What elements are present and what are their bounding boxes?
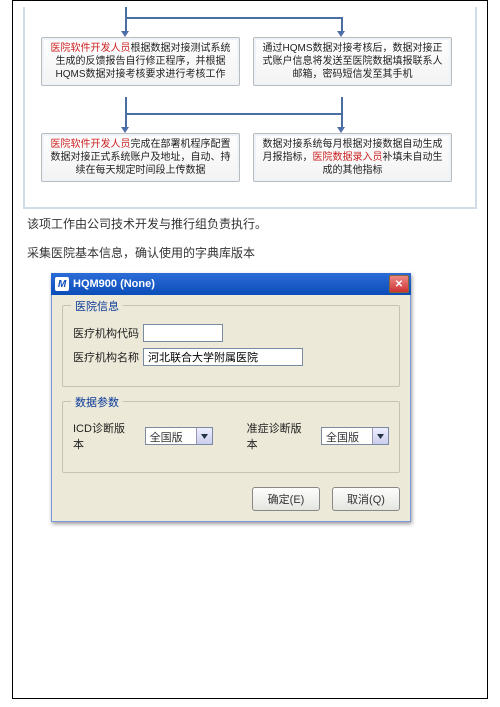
close-icon: ✕ [395,279,403,290]
flow-text: 通过HQMS数据对接考核后，数据对接正式账户信息将发送至医院数据填报联系人邮箱，… [263,43,443,80]
dialog-titlebar: M HQM900 (None) ✕ [51,273,411,295]
chevron-down-icon [372,428,388,444]
group-title: 数据参数 [71,394,123,410]
cancel-button[interactable]: 取消(Q) [332,487,400,511]
connector [125,113,343,115]
flow-box-top-right: 通过HQMS数据对接考核后，数据对接正式账户信息将发送至医院数据填报联系人邮箱，… [253,37,452,86]
flow-highlight: 医院数据录入员 [313,152,383,163]
dialog-body: 医院信息 医疗机构代码 医疗机构名称 数据参数 ICD诊断版本 全国版 [51,295,411,522]
button-label: 确定(E) [268,491,305,507]
org-code-input[interactable] [143,324,223,342]
flowchart: 医院软件开发人员根据数据对接测试系统生成的反馈报告自行修正程序，并根据HQMS数… [23,7,477,209]
org-code-label: 医疗机构代码 [73,325,139,341]
group-title: 医院信息 [71,298,123,314]
tcm-label: 准症诊断版本 [247,420,307,452]
icd-label: ICD诊断版本 [73,420,131,452]
connector [341,97,343,113]
dialog-window: M HQM900 (None) ✕ 医院信息 医疗机构代码 医疗机构名称 数据参… [51,273,411,522]
flow-box-top-left: 医院软件开发人员根据数据对接测试系统生成的反馈报告自行修正程序，并根据HQMS数… [41,37,240,86]
connector [125,17,343,19]
chevron-down-icon [196,428,212,444]
connector [125,7,127,17]
close-button[interactable]: ✕ [389,275,409,293]
group-hospital-info: 医院信息 医疗机构代码 医疗机构名称 [62,305,400,387]
org-name-label: 医疗机构名称 [73,349,139,365]
group-data-params: 数据参数 ICD诊断版本 全国版 准症诊断版本 全国版 [62,401,400,473]
org-name-input[interactable] [143,348,303,366]
icd-version-select[interactable]: 全国版 [145,427,213,445]
combo-value: 全国版 [322,428,372,444]
app-icon: M [55,277,69,291]
dialog-title: HQM900 (None) [73,278,389,290]
flow-box-bot-right: 数据对接系统每月根据对接数据自动生成月报指标，医院数据录入员补填未自动生成的其他… [253,133,452,182]
tcm-version-select[interactable]: 全国版 [321,427,389,445]
paragraph-2: 采集医院基本信息，确认使用的字典库版本 [27,244,477,261]
paragraph-1: 该项工作由公司技术开发与推行组负责执行。 [27,215,477,232]
flow-highlight: 医院软件开发人员 [51,43,131,54]
combo-value: 全国版 [146,428,196,444]
connector [125,97,127,113]
ok-button[interactable]: 确定(E) [252,487,320,511]
flow-highlight: 医院软件开发人员 [51,139,131,150]
button-label: 取消(Q) [347,491,385,507]
flow-box-bot-left: 医院软件开发人员完成在部署机程序配置数据对接正式系统账户及地址，自动、持续在每天… [41,133,240,182]
